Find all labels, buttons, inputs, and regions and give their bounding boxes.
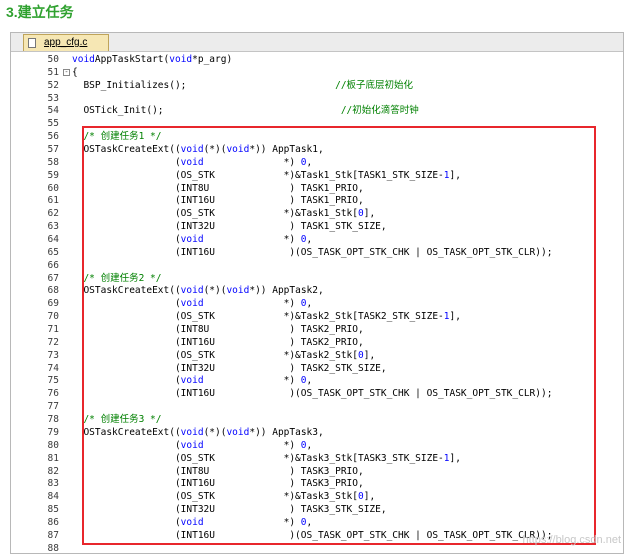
fold-toggle-icon[interactable]: - <box>63 68 70 76</box>
line-number: 78 <box>47 414 59 426</box>
line-number: 75 <box>47 375 59 387</box>
code-token: OSTick_Init(); <box>72 105 341 117</box>
tab-bar: app_cfg.c <box>11 33 623 52</box>
line-number: 57 <box>47 144 59 156</box>
code-text: BSP_Initializes(); //板子底层初始化 <box>72 80 413 93</box>
line-number: 69 <box>47 298 59 310</box>
line-number: 87 <box>47 529 59 541</box>
code-line[interactable]: 52 BSP_Initializes(); //板子底层初始化 <box>11 80 623 93</box>
line-number: 50 <box>47 54 59 65</box>
line-number: 88 <box>47 542 59 554</box>
line-number: 55 <box>47 118 59 130</box>
code-token: *p_arg) <box>192 54 233 65</box>
highlight-box <box>82 126 596 545</box>
line-number: 66 <box>47 259 59 271</box>
line-number: 68 <box>47 285 59 297</box>
line-number: 83 <box>47 478 59 490</box>
tab-label: app_cfg.c <box>44 37 88 48</box>
line-number: 71 <box>47 324 59 336</box>
line-number: 51 <box>47 66 59 78</box>
line-number: 54 <box>47 105 59 117</box>
watermark: https://blog.csdn.net <box>522 534 621 546</box>
line-number: 86 <box>47 516 59 528</box>
line-number: 82 <box>47 465 59 477</box>
code-token: BSP_Initializes(); <box>72 79 336 91</box>
line-number: 52 <box>47 79 59 91</box>
code-token: AppTaskStart( <box>94 54 170 65</box>
code-text: voidAppTaskStart(void*p_arg) <box>72 54 232 67</box>
line-number: 70 <box>47 311 59 323</box>
file-icon <box>28 38 36 48</box>
line-number: 59 <box>47 169 59 181</box>
line-number: 81 <box>47 452 59 464</box>
line-number: 53 <box>47 92 59 104</box>
line-number: 73 <box>47 349 59 361</box>
line-number: 58 <box>47 156 59 168</box>
code-token: { <box>72 66 78 78</box>
code-line[interactable]: 51-{ <box>11 67 623 80</box>
line-number: 62 <box>47 208 59 220</box>
line-number: 77 <box>47 401 59 413</box>
code-text: OSTick_Init(); //初始化滴答时钟 <box>72 105 419 118</box>
code-line[interactable]: 53 <box>11 93 623 106</box>
line-number: 79 <box>47 426 59 438</box>
line-number: 85 <box>47 504 59 516</box>
line-number: 60 <box>47 182 59 194</box>
line-number: 80 <box>47 439 59 451</box>
code-line[interactable]: 50 voidAppTaskStart(void*p_arg) <box>11 54 623 67</box>
line-number: 61 <box>47 195 59 207</box>
code-comment: //初始化滴答时钟 <box>340 105 419 117</box>
section-heading: 3.建立任务 <box>6 4 74 20</box>
tab-app-cfg[interactable]: app_cfg.c <box>23 34 109 51</box>
code-keyword: void <box>72 54 95 65</box>
line-number: 76 <box>47 388 59 400</box>
line-number: 63 <box>47 221 59 233</box>
line-number: 72 <box>47 336 59 348</box>
code-text: { <box>72 67 78 80</box>
line-number: 65 <box>47 246 59 258</box>
code-keyword: void <box>169 54 193 65</box>
line-number: 84 <box>47 491 59 503</box>
line-number: 67 <box>47 272 59 284</box>
line-number: 64 <box>47 234 59 246</box>
line-number: 56 <box>47 131 59 143</box>
line-number: 74 <box>47 362 59 374</box>
code-line[interactable]: 54 OSTick_Init(); //初始化滴答时钟 <box>11 105 623 118</box>
code-comment: //板子底层初始化 <box>335 79 414 91</box>
